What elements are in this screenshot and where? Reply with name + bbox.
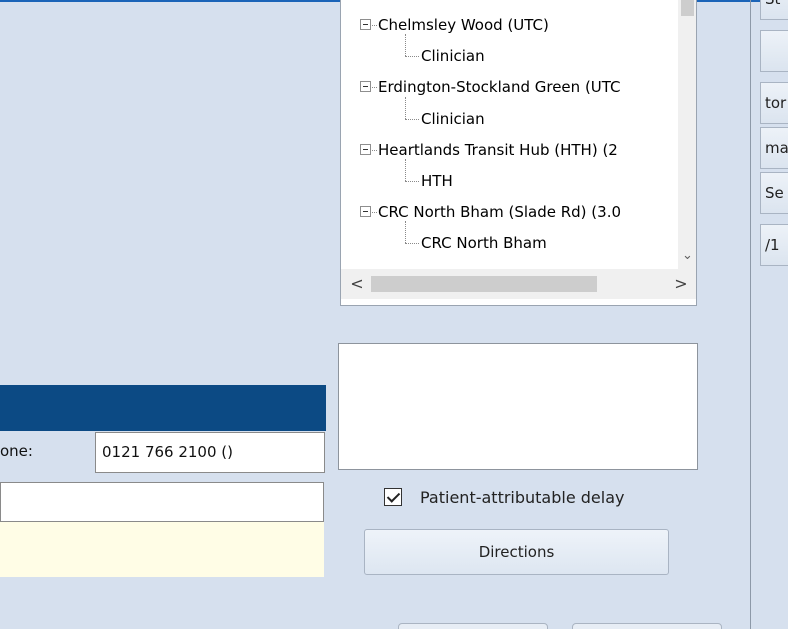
tree-connector — [405, 181, 419, 182]
location-tree-panel: Chelmsley Wood (UTC) Clinician Erdington-S… — [340, 0, 697, 306]
tree-connector — [372, 212, 377, 214]
app-window: Chelmsley Wood (UTC) Clinician Erdington-S… — [0, 0, 788, 629]
right-button-4[interactable]: ma — [760, 127, 788, 169]
right-button-1[interactable]: St — [760, 0, 788, 20]
tree-parent-node[interactable]: CRC North Bham (Slade Rd) (3.0 — [378, 199, 621, 225]
collapse-icon[interactable] — [360, 19, 371, 30]
tree-child-node[interactable]: CRC North Bham — [421, 230, 547, 256]
tree-vertical-scrollbar[interactable]: ⌄ — [678, 0, 696, 269]
tree-horizontal-scrollbar[interactable]: < > — [341, 269, 696, 299]
tree-connector — [372, 87, 377, 89]
tree-connector — [372, 25, 377, 26]
tree-connector — [372, 149, 377, 151]
tree-parent-node[interactable]: Chelmsley Wood (UTC) — [378, 12, 549, 38]
location-tree[interactable]: Chelmsley Wood (UTC) Clinician Erdington-S… — [341, 0, 678, 269]
tree-connector — [405, 34, 406, 57]
horizontal-scroll-thumb[interactable] — [371, 276, 597, 292]
scroll-down-icon[interactable]: ⌄ — [678, 246, 696, 266]
phone-label: one: — [0, 442, 33, 460]
tree-parent-node[interactable]: Erdington-Stockland Green (UTC — [378, 74, 621, 100]
bottom-button-left[interactable] — [398, 623, 548, 629]
tree-child-node[interactable]: Clinician — [421, 43, 485, 69]
tree-connector — [405, 159, 406, 181]
patient-delay-label: Patient-attributable delay — [420, 488, 625, 507]
text-field[interactable] — [0, 482, 324, 522]
panel-divider — [750, 0, 751, 629]
phone-field[interactable]: 0121 766 2100 () — [95, 432, 325, 473]
tree-connector — [405, 221, 406, 244]
tree-child-node[interactable]: Clinician — [421, 106, 485, 132]
bottom-button-right[interactable] — [572, 623, 722, 629]
info-panel — [0, 522, 324, 577]
right-button-3[interactable]: tor — [760, 82, 788, 124]
tree-connector — [405, 118, 419, 120]
collapse-icon[interactable] — [360, 143, 371, 155]
tree-child-node[interactable]: HTH — [421, 168, 453, 194]
tree-parent-node[interactable]: Heartlands Transit Hub (HTH) (2 — [378, 137, 618, 163]
scroll-left-icon[interactable]: < — [349, 275, 365, 293]
tree-connector — [405, 243, 419, 245]
notes-textarea[interactable] — [338, 343, 698, 470]
collapse-icon[interactable] — [360, 81, 371, 93]
right-button-5[interactable]: Se — [760, 172, 788, 214]
directions-button[interactable]: Directions — [364, 529, 669, 575]
right-button-6[interactable]: /1 — [760, 224, 788, 266]
section-header-bar — [0, 385, 326, 431]
right-button-column: St tor ma Se /1 — [760, 0, 788, 629]
scroll-right-icon[interactable]: > — [673, 275, 689, 293]
collapse-icon[interactable] — [360, 206, 371, 218]
right-button-2[interactable] — [760, 30, 788, 72]
vertical-scroll-thumb[interactable] — [681, 0, 694, 16]
tree-connector — [405, 56, 419, 58]
tree-connector — [405, 96, 406, 119]
patient-delay-checkbox[interactable] — [384, 488, 402, 506]
